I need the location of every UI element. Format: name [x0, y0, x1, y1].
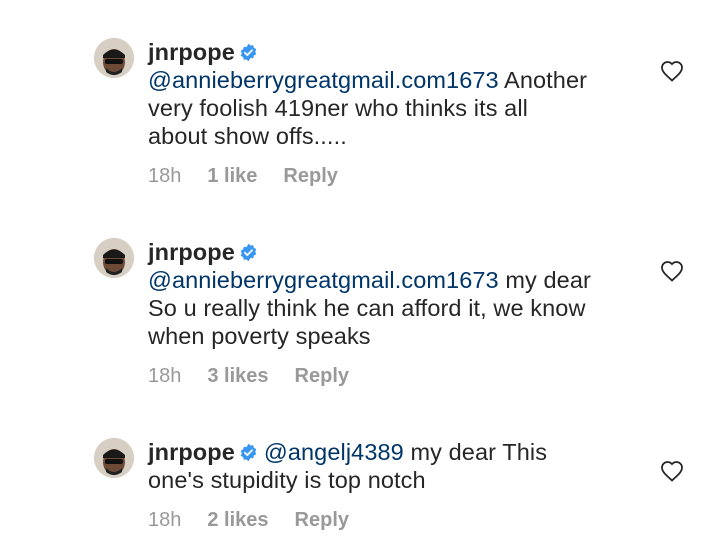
comment-meta: 18h 1 like Reply	[148, 164, 364, 188]
comment-meta: 18h 3 likes Reply	[148, 364, 375, 388]
avatar[interactable]	[94, 438, 134, 478]
mention-link[interactable]: @angelj4389	[264, 439, 404, 465]
username[interactable]: jnrpope	[148, 239, 235, 265]
comment-text-rest: So u really think he can afford it, we k…	[148, 295, 586, 349]
comment-time: 18h	[148, 165, 182, 187]
comment-text-rest: very foolish 419ner who thinks its all ab…	[148, 95, 528, 149]
comment-meta: 18h 2 likes Reply	[148, 508, 375, 532]
mention-link[interactable]: @annieberrygreatgmail.com1673	[148, 267, 499, 293]
username[interactable]: jnrpope	[148, 439, 235, 465]
comment-item: jnrpope @annieberrygreatgmail.com1673 my …	[0, 200, 720, 400]
comment-item: jnrpope @annieberrygreatgmail.com1673 Ano…	[0, 0, 720, 200]
reply-button[interactable]: Reply	[295, 509, 349, 531]
verified-badge-icon	[240, 43, 257, 62]
comment-text: jnrpope @angelj4389 my dear This one's stu…	[148, 438, 628, 494]
comment-text-line: my dear This	[403, 439, 548, 465]
likes-count[interactable]: 3 likes	[207, 365, 268, 387]
username[interactable]: jnrpope	[148, 39, 235, 65]
comment-text-rest: one's stupidity is top notch	[148, 467, 426, 493]
comment-text-line: my dear	[498, 267, 591, 293]
reply-button[interactable]: Reply	[295, 365, 349, 387]
comment-time: 18h	[148, 365, 182, 387]
likes-count[interactable]: 2 likes	[207, 509, 268, 531]
comment-item: jnrpope @angelj4389 my dear This one's stu…	[0, 400, 720, 554]
mention-link[interactable]: @annieberrygreatgmail.com1673	[148, 67, 499, 93]
heart-outline-icon[interactable]	[660, 460, 684, 482]
likes-count[interactable]: 1 like	[207, 165, 257, 187]
comment-time: 18h	[148, 509, 182, 531]
verified-badge-icon	[240, 243, 257, 262]
avatar[interactable]	[94, 38, 134, 78]
avatar[interactable]	[94, 238, 134, 278]
reply-button[interactable]: Reply	[283, 165, 337, 187]
heart-outline-icon[interactable]	[660, 60, 684, 82]
verified-badge-icon	[240, 443, 257, 462]
comment-text: jnrpope @annieberrygreatgmail.com1673 my …	[148, 238, 628, 350]
comment-text-line: Another	[498, 67, 588, 93]
heart-outline-icon[interactable]	[660, 260, 684, 282]
comment-text: jnrpope @annieberrygreatgmail.com1673 Ano…	[148, 38, 628, 150]
